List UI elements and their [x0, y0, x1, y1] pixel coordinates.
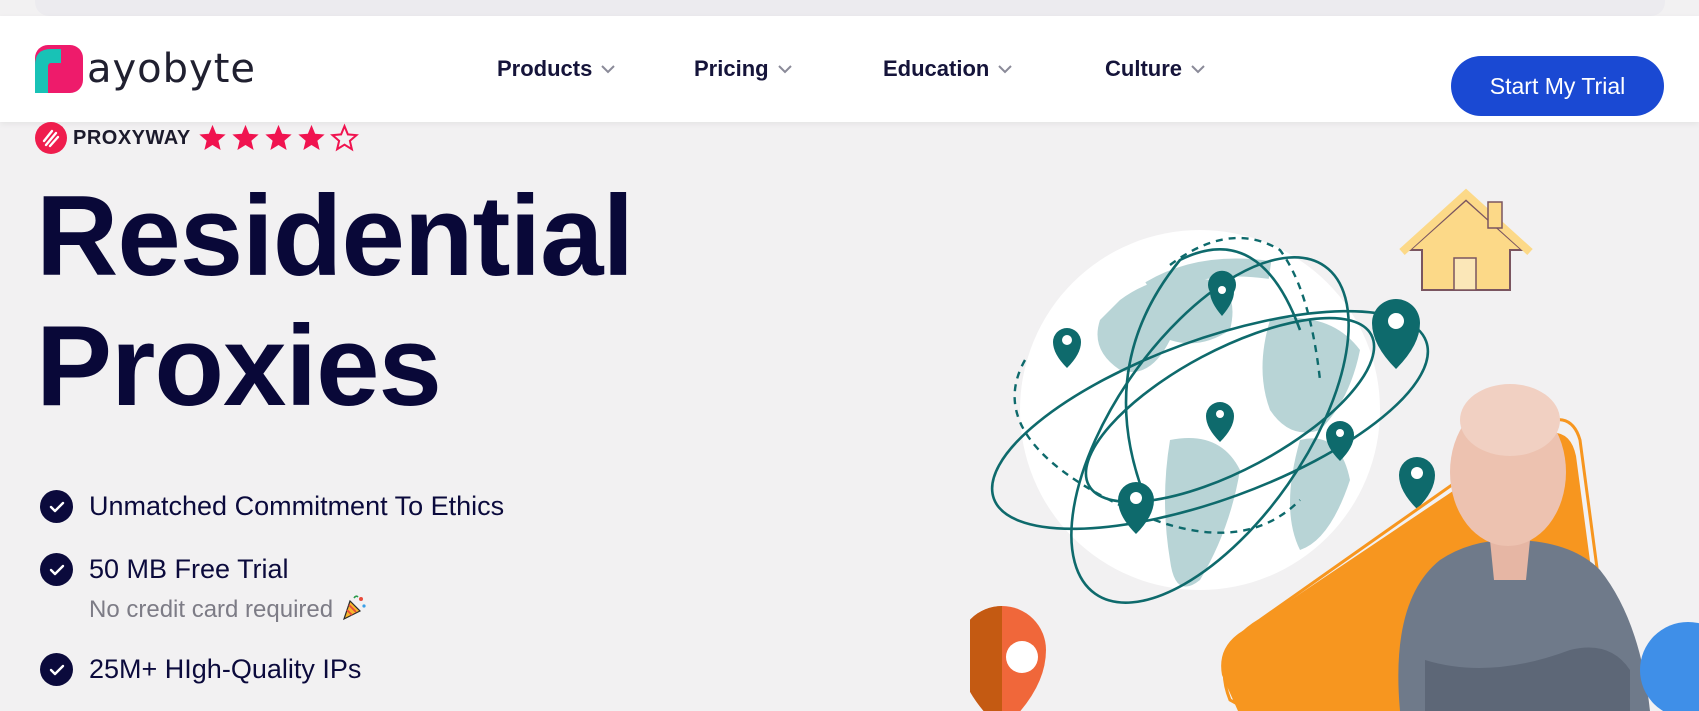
proxyway-rating[interactable]: PROXYWAY: [35, 122, 362, 154]
checkmark-icon: [40, 553, 73, 586]
chevron-down-icon: [1191, 64, 1205, 73]
nav-culture[interactable]: Culture: [1105, 53, 1205, 85]
logo-mark-icon: [35, 45, 83, 93]
feature-text: 50 MB Free Trial: [89, 554, 289, 584]
chevron-down-icon: [998, 64, 1013, 73]
feature-text: 25M+ HIgh-Quality IPs: [89, 654, 362, 684]
orange-pin-icon: [970, 606, 1046, 711]
globe-icon: [1020, 230, 1380, 590]
proxyway-logo-icon: [35, 122, 67, 154]
chevron-down-icon: [777, 64, 792, 73]
checkmark-icon: [40, 653, 73, 686]
list-item: 50 MB Free Trial No credit card required: [40, 553, 368, 624]
star-empty-icon: [329, 123, 359, 152]
list-item: Unmatched Commitment To Ethics: [40, 490, 504, 523]
start-trial-button[interactable]: Start My Trial: [1451, 56, 1664, 116]
feature-subtext: No credit card required: [89, 596, 334, 623]
star-filled-icon: [298, 124, 325, 150]
star-filled-icon: [199, 124, 226, 150]
hero-illustration: [970, 188, 1699, 711]
star-rating: [197, 123, 362, 153]
nav-products[interactable]: Products: [497, 53, 694, 85]
nav-education[interactable]: Education: [883, 53, 1105, 85]
star-filled-icon: [265, 124, 292, 150]
list-item: 25M+ HIgh-Quality IPs: [40, 653, 361, 686]
house-icon: [1399, 188, 1533, 291]
decorative-blob: [1640, 622, 1699, 711]
checkmark-icon: [40, 490, 73, 523]
logo[interactable]: ayobyte: [35, 45, 256, 93]
main-nav: Products Pricing Education Culture: [497, 53, 1205, 85]
star-filled-icon: [232, 124, 259, 150]
top-strip: [35, 0, 1665, 16]
nav-education-label: Education: [883, 56, 990, 81]
nav-pricing[interactable]: Pricing: [694, 53, 883, 85]
logo-text: ayobyte: [87, 46, 257, 92]
nav-culture-label: Culture: [1105, 56, 1182, 81]
party-popper-icon: [342, 595, 366, 621]
title-line-2: Proxies: [36, 303, 442, 430]
feature-text: Unmatched Commitment To Ethics: [89, 491, 505, 521]
site-header: ayobyte Products Pricing Education Cultu…: [0, 16, 1699, 122]
title-line-1: Residential: [36, 173, 634, 300]
nav-products-label: Products: [497, 56, 593, 81]
page-title: Residential Proxies: [36, 172, 736, 432]
proxyway-name: PROXYWAY: [73, 126, 191, 149]
chevron-down-icon: [601, 64, 616, 73]
nav-pricing-label: Pricing: [694, 56, 769, 81]
